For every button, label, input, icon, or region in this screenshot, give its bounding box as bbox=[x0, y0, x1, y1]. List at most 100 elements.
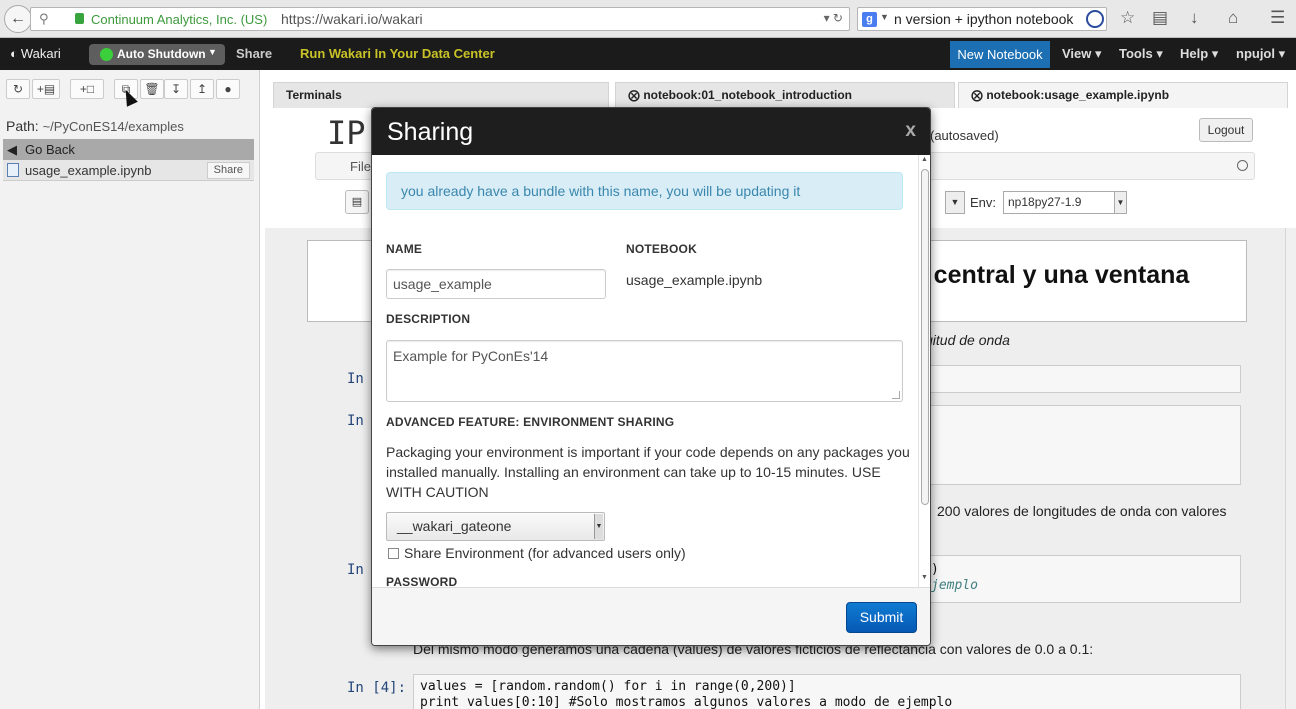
file-item[interactable]: usage_example.ipynb Share bbox=[3, 160, 254, 181]
menu-user[interactable]: npujol ▾ bbox=[1236, 46, 1285, 62]
advanced-description: Packaging your environment is important … bbox=[386, 444, 910, 500]
resize-handle-icon[interactable] bbox=[892, 391, 900, 399]
notebook-value: usage_example.ipynb bbox=[626, 272, 763, 288]
reading-list-icon[interactable]: ▤ bbox=[1152, 8, 1168, 28]
notebook-label: NOTEBOOK bbox=[626, 242, 697, 256]
logout-button[interactable]: Logout bbox=[1199, 118, 1253, 142]
notebook-file-icon bbox=[7, 163, 19, 177]
input-prompt-4: In [4]: bbox=[347, 680, 407, 696]
menu-help[interactable]: Help ▾ bbox=[1180, 46, 1218, 62]
env-select[interactable]: np18py27-1.9 ▼ bbox=[1003, 191, 1127, 214]
search-input[interactable]: n version + ipython notebook bbox=[894, 11, 1073, 27]
browser-toolbar: ← ⚲ Continuum Analytics, Inc. (US) https… bbox=[0, 0, 1296, 38]
share-link[interactable]: Share bbox=[236, 46, 272, 61]
name-label: NAME bbox=[386, 242, 423, 256]
tab-notebook-usage[interactable]: ⨂ notebook:usage_example.ipynb bbox=[958, 82, 1288, 108]
menu-file[interactable]: File bbox=[350, 159, 371, 174]
search-bar[interactable]: g ▼ n version + ipython notebook bbox=[857, 7, 1107, 31]
status-dot-icon bbox=[100, 48, 113, 61]
share-environment-checkbox[interactable] bbox=[388, 548, 399, 559]
share-environment-label[interactable]: Share Environment (for advanced users on… bbox=[404, 545, 686, 561]
auto-shutdown-button[interactable]: Auto Shutdown ▼ bbox=[89, 44, 225, 65]
chevron-down-icon: ▼ bbox=[1114, 192, 1126, 213]
description-label: DESCRIPTION bbox=[386, 312, 471, 326]
path-label: Path: bbox=[6, 118, 39, 134]
code-fragment: ) bbox=[931, 562, 939, 577]
download-file-icon[interactable]: ↧ bbox=[164, 79, 188, 99]
environment-select-value: __wakari_gateone bbox=[397, 518, 512, 534]
tab-terminals[interactable]: Terminals bbox=[273, 82, 609, 108]
url-bar[interactable]: ⚲ Continuum Analytics, Inc. (US) https:/… bbox=[30, 7, 850, 31]
brand-label: Wakari bbox=[20, 46, 61, 61]
chevron-down-icon: ▼ bbox=[208, 47, 217, 57]
kernel-status-icon bbox=[1237, 160, 1248, 171]
refresh-icon[interactable]: ↻ bbox=[6, 79, 30, 99]
env-select-value: np18py27-1.9 bbox=[1008, 195, 1082, 209]
upload-icon[interactable]: ↥ bbox=[190, 79, 214, 99]
file-share-button[interactable]: Share bbox=[206, 162, 250, 179]
current-path: Path: ~/PyConES14/examples bbox=[6, 118, 184, 134]
cell-type-select[interactable]: ▼ bbox=[945, 191, 965, 214]
menu-view[interactable]: View ▾ bbox=[1062, 46, 1102, 62]
run-in-datacenter-link[interactable]: Run Wakari In Your Data Center bbox=[300, 46, 495, 61]
code-line: print values[0:10] #Solo mostramos algun… bbox=[420, 695, 953, 709]
tab-notebook-intro[interactable]: ⨂ notebook:01_notebook_introduction bbox=[615, 82, 955, 108]
go-back-row[interactable]: ◀ Go Back bbox=[3, 139, 254, 160]
chevron-down-icon: ▼ bbox=[594, 514, 603, 539]
description-textarea[interactable]: Example for PyConEs'14 bbox=[386, 340, 903, 402]
modal-title: Sharing bbox=[387, 118, 474, 146]
file-name[interactable]: usage_example.ipynb bbox=[25, 163, 151, 178]
new-folder-icon[interactable]: +□ bbox=[70, 79, 104, 99]
italic-text: gitud de onda bbox=[925, 332, 1010, 348]
markdown-text: 200 valores de longitudes de onda con va… bbox=[937, 503, 1227, 519]
environment-select[interactable]: __wakari_gateone ▼ bbox=[386, 512, 605, 541]
advanced-label: ADVANCED FEATURE: ENVIRONMENT SHARING bbox=[386, 415, 675, 429]
back-arrow-icon: ◀ bbox=[7, 142, 17, 157]
back-button[interactable]: ← bbox=[4, 5, 32, 33]
lock-icon bbox=[75, 13, 84, 24]
wakari-logo[interactable]: ◐ Wakari bbox=[10, 46, 61, 61]
home-icon[interactable]: ⌂ bbox=[1228, 8, 1238, 28]
name-input[interactable] bbox=[386, 269, 606, 299]
notebook-scrollbar[interactable] bbox=[1285, 228, 1296, 709]
modal-body: you already have a bundle with this name… bbox=[372, 155, 930, 586]
ipython-logo: IP bbox=[327, 114, 366, 152]
tab-close-icon[interactable]: ⨂ bbox=[971, 88, 983, 102]
code-line: values = [random.random() for i in range… bbox=[420, 679, 796, 694]
description-value: Example for PyConEs'14 bbox=[393, 348, 549, 364]
tab-close-icon[interactable]: ⨂ bbox=[628, 88, 640, 102]
path-value: ~/PyConES14/examples bbox=[42, 119, 184, 134]
info-alert: you already have a bundle with this name… bbox=[386, 172, 903, 210]
input-prompt: In bbox=[347, 413, 364, 429]
url-text[interactable]: https://wakari.io/wakari bbox=[281, 11, 423, 27]
auto-shutdown-label: Auto Shutdown bbox=[117, 47, 206, 61]
search-icon[interactable] bbox=[1086, 10, 1104, 28]
cell-heading: r central y una ventana bbox=[917, 261, 1190, 289]
google-icon[interactable]: g bbox=[862, 12, 877, 27]
code-cell-4[interactable]: values = [random.random() for i in range… bbox=[413, 674, 1241, 709]
modal-footer: Submit bbox=[372, 587, 930, 645]
search-engine-caret-icon[interactable]: ▼ bbox=[880, 12, 889, 22]
new-file-icon[interactable]: +▤ bbox=[32, 79, 60, 99]
menu-icon[interactable]: ☰ bbox=[1270, 8, 1285, 28]
save-icon[interactable]: ▤ bbox=[345, 190, 369, 214]
password-label: PASSWORD bbox=[386, 575, 458, 586]
reload-icon[interactable]: ▾ ↻ bbox=[824, 11, 843, 25]
new-notebook-button[interactable]: New Notebook bbox=[950, 41, 1050, 68]
modal-scrollbar[interactable]: ▲ ▼ bbox=[918, 155, 930, 587]
trash-icon[interactable]: 🗑 bbox=[140, 79, 164, 99]
submit-button[interactable]: Submit bbox=[846, 602, 917, 633]
globe-icon[interactable]: ● bbox=[216, 79, 240, 99]
modal-header: Sharing x bbox=[372, 108, 930, 155]
input-prompt: In bbox=[347, 562, 364, 578]
bookmark-star-icon[interactable]: ☆ bbox=[1120, 8, 1135, 28]
site-identity[interactable]: Continuum Analytics, Inc. (US) bbox=[91, 12, 267, 27]
autosave-status: (autosaved) bbox=[930, 128, 999, 143]
scroll-up-icon[interactable]: ▲ bbox=[919, 156, 930, 167]
scroll-down-icon[interactable]: ▼ bbox=[919, 574, 930, 585]
menu-tools[interactable]: Tools ▾ bbox=[1119, 46, 1163, 62]
close-icon[interactable]: x bbox=[905, 120, 916, 142]
tab-bar: Terminals ⨂ notebook:01_notebook_introdu… bbox=[265, 70, 1296, 110]
download-icon[interactable]: ↓ bbox=[1190, 8, 1199, 28]
scroll-thumb[interactable] bbox=[921, 169, 929, 505]
